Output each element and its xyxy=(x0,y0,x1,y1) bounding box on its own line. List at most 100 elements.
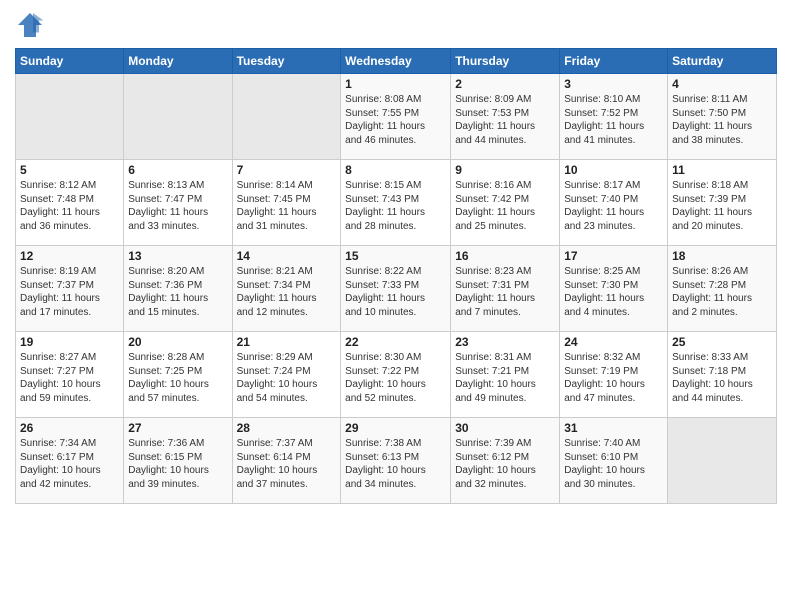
day-number: 20 xyxy=(128,335,227,349)
day-number: 26 xyxy=(20,421,119,435)
calendar-cell: 26 Sunrise: 7:34 AM Sunset: 6:17 PM Dayli… xyxy=(16,418,124,504)
day-info: Sunrise: 8:33 AM Sunset: 7:18 PM Dayligh… xyxy=(672,351,772,405)
calendar-cell xyxy=(232,74,341,160)
calendar-cell: 5Sunrise: 8:12 AM Sunset: 7:48 PM Daylig… xyxy=(16,160,124,246)
page: SundayMondayTuesdayWednesdayThursdayFrid… xyxy=(0,0,792,612)
weekday-header-saturday: Saturday xyxy=(668,49,777,74)
day-info: Sunrise: 8:21 AM Sunset: 7:34 PM Dayligh… xyxy=(237,265,337,319)
calendar-cell: 17 Sunrise: 8:25 AM Sunset: 7:30 PM Dayli… xyxy=(560,246,668,332)
day-info: Sunrise: 8:10 AM Sunset: 7:52 PM Dayligh… xyxy=(564,93,663,147)
calendar-cell: 11 Sunrise: 8:18 AM Sunset: 7:39 PM Dayli… xyxy=(668,160,777,246)
day-info: Sunrise: 8:22 AM Sunset: 7:33 PM Dayligh… xyxy=(345,265,446,319)
day-number: 23 xyxy=(455,335,555,349)
day-info: Sunrise: 8:27 AM Sunset: 7:27 PM Dayligh… xyxy=(20,351,119,405)
calendar-cell: 12 Sunrise: 8:19 AM Sunset: 7:37 PM Dayli… xyxy=(16,246,124,332)
day-number: 19 xyxy=(20,335,119,349)
calendar-cell: 19 Sunrise: 8:27 AM Sunset: 7:27 PM Dayli… xyxy=(16,332,124,418)
day-number: 3 xyxy=(564,77,663,91)
calendar: SundayMondayTuesdayWednesdayThursdayFrid… xyxy=(15,48,777,504)
day-number: 29 xyxy=(345,421,446,435)
calendar-cell: 7 Sunrise: 8:14 AM Sunset: 7:45 PM Daylig… xyxy=(232,160,341,246)
week-row-3: 19 Sunrise: 8:27 AM Sunset: 7:27 PM Dayli… xyxy=(16,332,777,418)
logo xyxy=(15,10,49,40)
day-info: Sunrise: 7:34 AM Sunset: 6:17 PM Dayligh… xyxy=(20,437,119,491)
day-number: 24 xyxy=(564,335,663,349)
calendar-cell: 25 Sunrise: 8:33 AM Sunset: 7:18 PM Dayli… xyxy=(668,332,777,418)
day-number: 13 xyxy=(128,249,227,263)
day-info: Sunrise: 7:37 AM Sunset: 6:14 PM Dayligh… xyxy=(237,437,337,491)
calendar-cell: 29 Sunrise: 7:38 AM Sunset: 6:13 PM Dayli… xyxy=(341,418,451,504)
calendar-cell: 8 Sunrise: 8:15 AM Sunset: 7:43 PM Daylig… xyxy=(341,160,451,246)
day-info: Sunrise: 7:39 AM Sunset: 6:12 PM Dayligh… xyxy=(455,437,555,491)
day-number: 25 xyxy=(672,335,772,349)
calendar-cell: 16Sunrise: 8:23 AM Sunset: 7:31 PM Dayli… xyxy=(451,246,560,332)
day-info: Sunrise: 8:20 AM Sunset: 7:36 PM Dayligh… xyxy=(128,265,227,319)
day-number: 11 xyxy=(672,163,772,177)
day-info: Sunrise: 7:36 AM Sunset: 6:15 PM Dayligh… xyxy=(128,437,227,491)
day-number: 27 xyxy=(128,421,227,435)
day-info: Sunrise: 8:17 AM Sunset: 7:40 PM Dayligh… xyxy=(564,179,663,233)
day-number: 30 xyxy=(455,421,555,435)
day-info: Sunrise: 8:11 AM Sunset: 7:50 PM Dayligh… xyxy=(672,93,772,147)
day-number: 17 xyxy=(564,249,663,263)
day-number: 15 xyxy=(345,249,446,263)
calendar-cell: 18 Sunrise: 8:26 AM Sunset: 7:28 PM Dayli… xyxy=(668,246,777,332)
day-number: 4 xyxy=(672,77,772,91)
day-info: Sunrise: 8:09 AM Sunset: 7:53 PM Dayligh… xyxy=(455,93,555,147)
calendar-cell xyxy=(124,74,232,160)
day-info: Sunrise: 8:29 AM Sunset: 7:24 PM Dayligh… xyxy=(237,351,337,405)
calendar-cell: 6 Sunrise: 8:13 AM Sunset: 7:47 PM Daylig… xyxy=(124,160,232,246)
day-number: 28 xyxy=(237,421,337,435)
weekday-header-sunday: Sunday xyxy=(16,49,124,74)
day-number: 18 xyxy=(672,249,772,263)
day-info: Sunrise: 8:08 AM Sunset: 7:55 PM Dayligh… xyxy=(345,93,446,147)
calendar-cell: 24 Sunrise: 8:32 AM Sunset: 7:19 PM Dayli… xyxy=(560,332,668,418)
day-number: 8 xyxy=(345,163,446,177)
day-info: Sunrise: 8:26 AM Sunset: 7:28 PM Dayligh… xyxy=(672,265,772,319)
day-number: 12 xyxy=(20,249,119,263)
calendar-cell: 2 Sunrise: 8:09 AM Sunset: 7:53 PM Daylig… xyxy=(451,74,560,160)
calendar-cell: 3 Sunrise: 8:10 AM Sunset: 7:52 PM Daylig… xyxy=(560,74,668,160)
calendar-cell: 21 Sunrise: 8:29 AM Sunset: 7:24 PM Dayli… xyxy=(232,332,341,418)
day-info: Sunrise: 8:28 AM Sunset: 7:25 PM Dayligh… xyxy=(128,351,227,405)
calendar-cell: 9Sunrise: 8:16 AM Sunset: 7:42 PM Daylig… xyxy=(451,160,560,246)
day-number: 21 xyxy=(237,335,337,349)
calendar-cell: 1 Sunrise: 8:08 AM Sunset: 7:55 PM Daylig… xyxy=(341,74,451,160)
calendar-cell xyxy=(16,74,124,160)
calendar-cell: 28 Sunrise: 7:37 AM Sunset: 6:14 PM Dayli… xyxy=(232,418,341,504)
weekday-header-tuesday: Tuesday xyxy=(232,49,341,74)
day-info: Sunrise: 7:40 AM Sunset: 6:10 PM Dayligh… xyxy=(564,437,663,491)
calendar-cell: 20 Sunrise: 8:28 AM Sunset: 7:25 PM Dayli… xyxy=(124,332,232,418)
day-info: Sunrise: 8:31 AM Sunset: 7:21 PM Dayligh… xyxy=(455,351,555,405)
calendar-cell: 31Sunrise: 7:40 AM Sunset: 6:10 PM Dayli… xyxy=(560,418,668,504)
calendar-cell: 15 Sunrise: 8:22 AM Sunset: 7:33 PM Dayli… xyxy=(341,246,451,332)
calendar-cell: 14 Sunrise: 8:21 AM Sunset: 7:34 PM Dayli… xyxy=(232,246,341,332)
day-number: 6 xyxy=(128,163,227,177)
calendar-cell: 13 Sunrise: 8:20 AM Sunset: 7:36 PM Dayli… xyxy=(124,246,232,332)
calendar-cell xyxy=(668,418,777,504)
day-info: Sunrise: 8:13 AM Sunset: 7:47 PM Dayligh… xyxy=(128,179,227,233)
calendar-cell: 22 Sunrise: 8:30 AM Sunset: 7:22 PM Dayli… xyxy=(341,332,451,418)
day-info: Sunrise: 7:38 AM Sunset: 6:13 PM Dayligh… xyxy=(345,437,446,491)
day-info: Sunrise: 8:18 AM Sunset: 7:39 PM Dayligh… xyxy=(672,179,772,233)
week-row-4: 26 Sunrise: 7:34 AM Sunset: 6:17 PM Dayli… xyxy=(16,418,777,504)
logo-icon xyxy=(15,10,45,40)
day-info: Sunrise: 8:14 AM Sunset: 7:45 PM Dayligh… xyxy=(237,179,337,233)
day-info: Sunrise: 8:32 AM Sunset: 7:19 PM Dayligh… xyxy=(564,351,663,405)
day-number: 1 xyxy=(345,77,446,91)
header xyxy=(15,10,777,40)
weekday-header-friday: Friday xyxy=(560,49,668,74)
day-number: 5 xyxy=(20,163,119,177)
day-number: 2 xyxy=(455,77,555,91)
weekday-header-row: SundayMondayTuesdayWednesdayThursdayFrid… xyxy=(16,49,777,74)
day-number: 7 xyxy=(237,163,337,177)
weekday-header-monday: Monday xyxy=(124,49,232,74)
calendar-cell: 10Sunrise: 8:17 AM Sunset: 7:40 PM Dayli… xyxy=(560,160,668,246)
day-info: Sunrise: 8:25 AM Sunset: 7:30 PM Dayligh… xyxy=(564,265,663,319)
day-number: 22 xyxy=(345,335,446,349)
calendar-cell: 4 Sunrise: 8:11 AM Sunset: 7:50 PM Daylig… xyxy=(668,74,777,160)
day-info: Sunrise: 8:30 AM Sunset: 7:22 PM Dayligh… xyxy=(345,351,446,405)
day-number: 14 xyxy=(237,249,337,263)
day-info: Sunrise: 8:19 AM Sunset: 7:37 PM Dayligh… xyxy=(20,265,119,319)
day-info: Sunrise: 8:15 AM Sunset: 7:43 PM Dayligh… xyxy=(345,179,446,233)
